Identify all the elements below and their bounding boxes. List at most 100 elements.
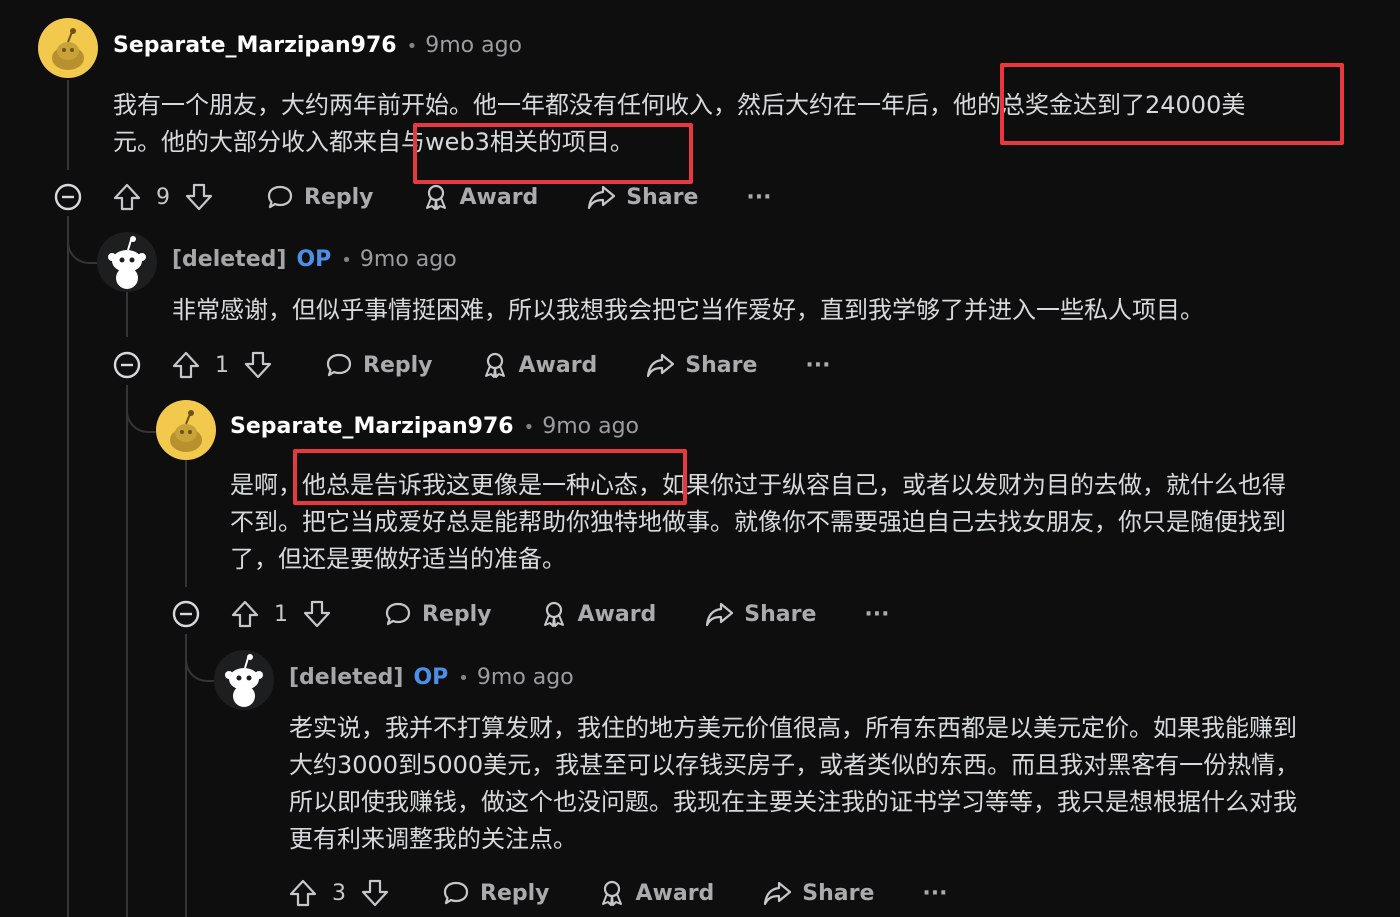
timestamp[interactable]: 9mo ago — [542, 414, 639, 439]
share-button[interactable]: Share — [704, 600, 816, 628]
highlight-box — [1000, 63, 1344, 145]
award-label: Award — [459, 184, 539, 210]
share-button[interactable]: Share — [586, 183, 698, 211]
award-label: Award — [577, 601, 657, 627]
meta-separator: • — [458, 668, 469, 689]
highlight-box — [413, 123, 693, 184]
thread-line-level-0 — [67, 80, 69, 170]
thread-line-level-2 — [185, 460, 187, 587]
share-label: Share — [626, 184, 699, 210]
collapse-icon[interactable] — [113, 351, 141, 379]
downvote-icon[interactable] — [243, 350, 273, 380]
comment-line: 更有利来调整我的关注点。 — [289, 825, 577, 853]
share-icon — [588, 185, 616, 210]
comment-meta: [deleted] OP • 9mo ago — [289, 665, 574, 690]
thread-branch-3 — [185, 634, 215, 682]
username[interactable]: Separate_Marzipan976 — [113, 33, 397, 58]
thread-line-level-0-lower — [67, 216, 69, 917]
reply-button[interactable]: Reply — [442, 879, 550, 907]
share-button[interactable]: Share — [762, 879, 874, 907]
op-badge: OP — [413, 665, 449, 690]
comment-line: 老实说，我并不打算发财，我住的地方美元价值很高，所有东西都是以美元定价。如果我能… — [289, 714, 1297, 742]
upvote-icon[interactable] — [230, 599, 260, 629]
reply-label: Reply — [363, 352, 433, 378]
reply-icon — [443, 881, 469, 905]
more-icon: ··· — [746, 184, 772, 210]
comment-line: 大约3000到5000美元，我甚至可以存钱买房子，或者类似的东西。而且我对黑客有… — [289, 751, 1300, 779]
comment-body: 非常感谢，但似乎事情挺困难，所以我想我会把它当作爱好，直到我学够了并进入一些私人… — [172, 292, 1400, 329]
downvote-icon[interactable] — [302, 599, 332, 629]
username: [deleted] — [172, 247, 287, 272]
reply-label: Reply — [480, 880, 550, 906]
reply-button[interactable]: Reply — [384, 600, 492, 628]
op-badge: OP — [296, 247, 332, 272]
share-label: Share — [744, 601, 817, 627]
award-icon — [484, 352, 505, 378]
comment-line: 不到。把它当成爱好总是能帮助你独特地做事。就像你不需要强迫自己去找女朋友，你只是… — [230, 508, 1286, 536]
downvote-icon[interactable] — [360, 878, 390, 908]
downvote-icon[interactable] — [184, 182, 214, 212]
snoo-avatar-icon — [170, 410, 202, 452]
comment-line: 非常感谢，但似乎事情挺困难，所以我想我会把它当作爱好，直到我学够了并进入一些私人… — [172, 296, 1204, 324]
timestamp[interactable]: 9mo ago — [360, 247, 457, 272]
meta-separator: • — [341, 250, 352, 271]
award-button[interactable]: Award — [481, 351, 598, 379]
more-icon: ··· — [805, 352, 831, 378]
share-icon — [764, 881, 792, 906]
share-label: Share — [802, 880, 875, 906]
snoo-avatar-icon — [52, 28, 84, 70]
award-button[interactable]: Award — [598, 879, 714, 907]
meta-separator: • — [523, 417, 535, 438]
avatar[interactable] — [156, 400, 216, 460]
share-label: Share — [685, 352, 758, 378]
thread-line-level-2-lower — [185, 634, 187, 917]
upvote-icon[interactable] — [288, 878, 318, 908]
comment-line: 了，但还是要做好适当的准备。 — [230, 545, 566, 573]
comment-actions: 1 Reply Award Share ··· — [172, 594, 890, 634]
more-options-button[interactable]: ··· — [864, 602, 889, 627]
thread-branch-2 — [126, 385, 156, 433]
comment-meta: [deleted] OP • 9mo ago — [172, 247, 457, 272]
award-button[interactable]: Award — [422, 183, 539, 211]
award-label: Award — [518, 352, 598, 378]
more-options-button[interactable]: ··· — [922, 881, 947, 906]
reply-icon — [267, 185, 293, 209]
upvote-icon[interactable] — [112, 182, 142, 212]
reply-icon — [385, 602, 411, 626]
award-button[interactable]: Award — [540, 600, 657, 628]
collapse-icon[interactable] — [54, 183, 82, 211]
thread-line-level-1 — [126, 292, 128, 337]
reply-label: Reply — [422, 601, 492, 627]
comment-actions: 3 Reply Award Share ··· — [288, 873, 948, 913]
comment-actions: 9 Reply Award Share ··· — [54, 177, 772, 217]
timestamp[interactable]: 9mo ago — [477, 665, 574, 690]
comment-meta: Separate_Marzipan976 • 9mo ago — [113, 33, 522, 58]
collapse-icon[interactable] — [172, 600, 200, 628]
upvote-icon[interactable] — [171, 350, 201, 380]
timestamp[interactable]: 9mo ago — [425, 33, 522, 58]
meta-separator: • — [406, 36, 418, 57]
reply-button[interactable]: Reply — [325, 351, 433, 379]
avatar[interactable] — [214, 650, 274, 710]
thread-branch-1 — [67, 216, 97, 264]
more-options-button[interactable]: ··· — [805, 353, 830, 378]
share-button[interactable]: Share — [645, 351, 757, 379]
share-icon — [706, 602, 734, 627]
reply-icon — [326, 353, 352, 377]
highlight-box — [293, 449, 687, 505]
username[interactable]: Separate_Marzipan976 — [230, 414, 514, 439]
more-icon: ··· — [922, 880, 948, 906]
reply-label: Reply — [304, 184, 374, 210]
share-icon — [647, 353, 675, 378]
vote-count: 1 — [274, 601, 288, 627]
comment-meta: Separate_Marzipan976 • 9mo ago — [230, 414, 639, 439]
award-icon — [601, 880, 622, 906]
more-icon: ··· — [864, 601, 890, 627]
reply-button[interactable]: Reply — [266, 183, 374, 211]
award-icon — [425, 184, 446, 210]
comment-line: 所以即使我赚钱，做这个也没问题。我现在主要关注我的证书学习等等，我只是想根据什么… — [289, 788, 1297, 816]
avatar[interactable] — [97, 232, 157, 292]
avatar[interactable] — [38, 18, 98, 78]
vote-count: 9 — [156, 184, 170, 210]
more-options-button[interactable]: ··· — [746, 185, 771, 210]
